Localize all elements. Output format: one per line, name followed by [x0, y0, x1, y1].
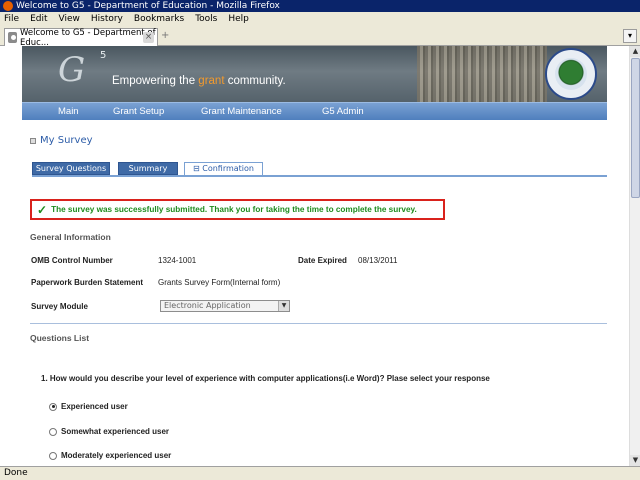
vertical-scrollbar[interactable]: ▲ ▼ — [629, 46, 640, 466]
questions-list-heading: Questions List — [30, 333, 90, 343]
tab-confirmation[interactable]: ⊟ Confirmation — [184, 162, 263, 176]
department-seal-logo — [545, 48, 597, 100]
success-message: ✓ The survey was successfully submitted.… — [30, 199, 445, 220]
general-information-heading: General Information — [30, 232, 111, 242]
radio-moderately-experienced[interactable] — [49, 451, 57, 460]
new-tab-button[interactable]: + — [161, 30, 169, 41]
g5-banner: G 5 Empowering the grant community. — [22, 46, 607, 102]
browser-tab[interactable]: Welcome to G5 - Department of Educ... × — [4, 27, 158, 48]
menu-file[interactable]: File — [4, 14, 19, 24]
menu-history[interactable]: History — [91, 14, 123, 24]
tab-list-icon[interactable]: ▾ — [623, 29, 637, 43]
menu-tools[interactable]: Tools — [195, 14, 217, 24]
page-content: G 5 Empowering the grant community. Main… — [22, 46, 607, 466]
tab-underline — [32, 175, 607, 177]
nav-main[interactable]: Main — [58, 106, 79, 117]
browser-tab-label: Welcome to G5 - Department of Educ... — [20, 27, 156, 48]
g5-logo-5: 5 — [100, 50, 107, 61]
chevron-down-icon[interactable]: ▼ — [278, 301, 289, 311]
menu-help[interactable]: Help — [228, 14, 249, 24]
page-title: My Survey — [30, 135, 93, 146]
checkmark-icon: ✓ — [37, 202, 48, 217]
menu-view[interactable]: View — [59, 14, 80, 24]
nav-grant-maintenance[interactable]: Grant Maintenance — [201, 106, 282, 117]
question-1: 1. How would you describe your level of … — [41, 374, 490, 383]
survey-module-select[interactable]: Electronic Application ▼ — [160, 300, 290, 312]
close-tab-icon[interactable]: × — [143, 32, 154, 43]
option-somewhat-experienced[interactable]: Somewhat experienced user — [49, 427, 169, 436]
status-text: Done — [4, 468, 28, 478]
paperwork-burden-label: Paperwork Burden Statement — [31, 278, 144, 287]
tab-summary[interactable]: Summary — [118, 162, 178, 175]
tab-survey-questions[interactable]: Survey Questions — [32, 162, 110, 175]
scroll-up-icon[interactable]: ▲ — [630, 46, 640, 57]
window-title: Welcome to G5 - Department of Education … — [16, 1, 280, 11]
scroll-down-icon[interactable]: ▼ — [630, 455, 640, 466]
scroll-thumb[interactable] — [631, 58, 640, 198]
date-expired-label: Date Expired — [298, 256, 347, 265]
window-title-bar: Welcome to G5 - Department of Education … — [0, 0, 640, 12]
g5-logo-g: G — [58, 50, 86, 90]
omb-control-number-label: OMB Control Number — [31, 256, 113, 265]
radio-experienced[interactable] — [49, 402, 57, 411]
survey-module-label: Survey Module — [31, 302, 88, 311]
status-bar: Done — [0, 466, 640, 480]
banner-library-image — [417, 46, 547, 102]
omb-control-number-value: 1324-1001 — [158, 256, 197, 265]
paperwork-burden-value: Grants Survey Form(Internal form) — [158, 278, 281, 287]
radio-somewhat-experienced[interactable] — [49, 427, 57, 436]
option-moderately-experienced[interactable]: Moderately experienced user — [49, 451, 171, 460]
browser-tab-bar: Welcome to G5 - Department of Educ... × … — [0, 26, 640, 48]
page-viewport: G 5 Empowering the grant community. Main… — [0, 46, 629, 466]
nav-grant-setup[interactable]: Grant Setup — [113, 106, 164, 117]
banner-tagline: Empowering the grant community. — [112, 75, 286, 87]
menu-bar: File Edit View History Bookmarks Tools H… — [0, 12, 640, 26]
menu-edit[interactable]: Edit — [30, 14, 47, 24]
section-divider — [30, 323, 607, 324]
page-favicon-icon — [8, 32, 18, 43]
option-experienced[interactable]: Experienced user — [49, 402, 128, 411]
nav-g5-admin[interactable]: G5 Admin — [322, 106, 364, 117]
firefox-icon — [3, 1, 13, 11]
main-nav: Main Grant Setup Grant Maintenance G5 Ad… — [22, 102, 607, 120]
menu-bookmarks[interactable]: Bookmarks — [134, 14, 184, 24]
collapse-icon[interactable] — [30, 137, 36, 144]
date-expired-value: 08/13/2011 — [358, 256, 398, 265]
